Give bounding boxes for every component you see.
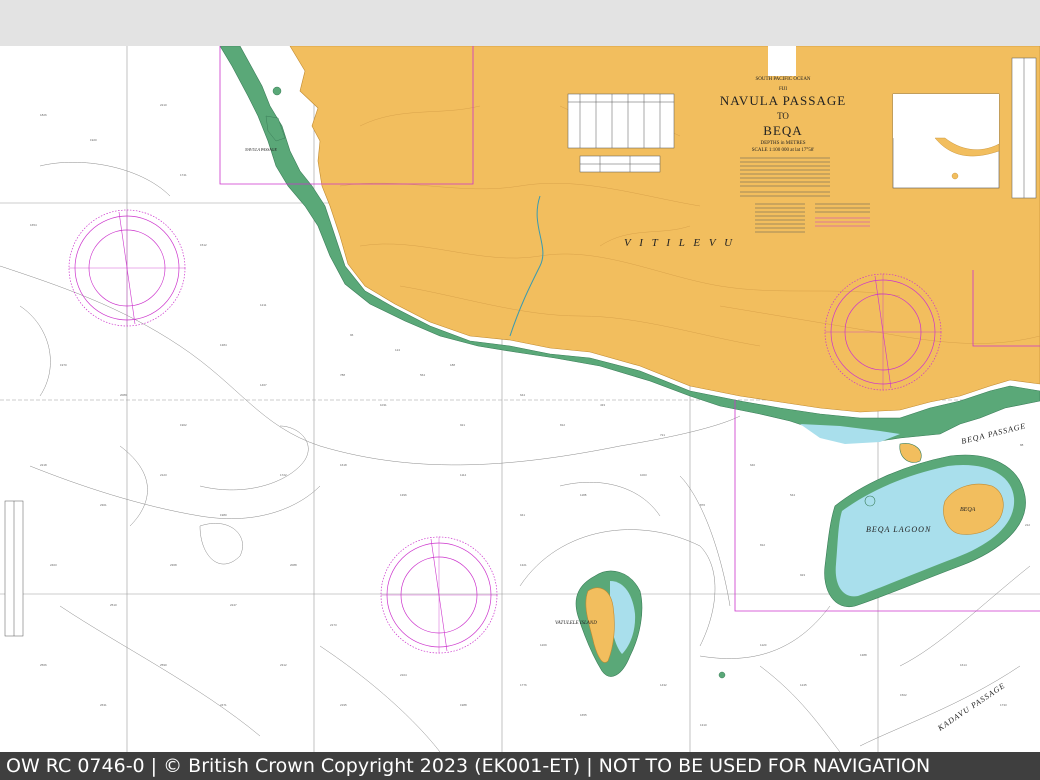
navula-passage-label: NAVULA PASSAGE — [244, 147, 278, 152]
compass-rose — [68, 209, 186, 327]
svg-text:1211: 1211 — [260, 303, 267, 307]
compass-rose — [380, 536, 498, 654]
svg-text:1310: 1310 — [700, 723, 707, 727]
svg-text:88: 88 — [1020, 443, 1024, 447]
tidal-stream-table — [567, 93, 675, 149]
svg-text:1655: 1655 — [580, 713, 587, 717]
svg-text:788: 788 — [340, 373, 345, 377]
beqa-lagoon-label: BEQA LAGOON — [866, 525, 931, 534]
svg-text:1114: 1114 — [460, 473, 467, 477]
svg-text:1988: 1988 — [460, 703, 467, 707]
svg-text:721: 721 — [660, 433, 665, 437]
svg-text:921: 921 — [460, 423, 465, 427]
svg-text:1384: 1384 — [220, 343, 227, 347]
svg-text:2195: 2195 — [340, 703, 347, 707]
svg-text:1502: 1502 — [900, 693, 907, 697]
svg-text:923: 923 — [800, 573, 805, 577]
svg-text:1188: 1188 — [580, 493, 587, 497]
beqa-island-label: BEQA — [960, 507, 976, 513]
svg-text:812: 812 — [560, 423, 565, 427]
nautical-chart[interactable]: SOUTH PACIFIC OCEAN FIJI NAVULA PASSAGE … — [0, 46, 1040, 752]
svg-text:212: 212 — [1025, 523, 1030, 527]
tide-level-table — [579, 155, 661, 173]
svg-text:2312: 2312 — [280, 663, 287, 667]
svg-text:2123: 2123 — [160, 473, 167, 477]
svg-text:1432: 1432 — [660, 683, 667, 687]
svg-text:2210: 2210 — [160, 103, 167, 107]
svg-text:1396: 1396 — [400, 493, 407, 497]
svg-text:124: 124 — [395, 348, 400, 352]
svg-text:941: 941 — [520, 513, 525, 517]
svg-text:2590: 2590 — [160, 663, 167, 667]
svg-text:1970: 1970 — [60, 363, 67, 367]
svg-text:2104: 2104 — [400, 673, 407, 677]
svg-text:96: 96 — [350, 333, 354, 337]
svg-text:2218: 2218 — [40, 463, 47, 467]
svg-text:1722: 1722 — [280, 473, 287, 477]
svg-text:1512: 1512 — [200, 243, 207, 247]
svg-text:1654: 1654 — [30, 223, 37, 227]
svg-text:2173: 2173 — [330, 623, 337, 627]
country-label: FIJI — [779, 87, 787, 92]
svg-text:644: 644 — [520, 393, 525, 397]
svg-text:2247: 2247 — [230, 603, 237, 607]
svg-text:1003: 1003 — [640, 473, 647, 477]
svg-text:1980: 1980 — [220, 513, 227, 517]
viti-levu-label: V I T I L E V U — [624, 237, 735, 249]
latitude-scale-left — [4, 500, 24, 637]
source-data-inset — [892, 93, 1000, 189]
svg-text:2301: 2301 — [100, 503, 107, 507]
svg-text:1776: 1776 — [520, 683, 527, 687]
islet — [718, 671, 726, 679]
svg-text:2368: 2368 — [170, 563, 177, 567]
svg-text:2566: 2566 — [40, 663, 47, 667]
svg-text:2089: 2089 — [120, 393, 127, 397]
islet — [272, 86, 282, 96]
svg-text:2088: 2088 — [290, 563, 297, 567]
svg-text:564: 564 — [420, 373, 425, 377]
svg-text:433: 433 — [600, 403, 605, 407]
beqa-passage-label: BEQA PASSAGE — [960, 421, 1027, 446]
vatulele-label: VATULELE ISLAND — [555, 621, 597, 626]
svg-text:2631: 2631 — [100, 703, 107, 707]
copyright-footer: OW RC 0746-0 | © British Crown Copyright… — [0, 752, 1040, 780]
svg-text:2471: 2471 — [220, 703, 227, 707]
svg-text:544: 544 — [790, 493, 795, 497]
scale-note: SCALE 1:100 000 at lat 17°58' — [752, 148, 815, 153]
svg-text:1388: 1388 — [860, 653, 867, 657]
region-label: SOUTH PACIFIC OCEAN — [755, 77, 810, 82]
svg-text:1614: 1614 — [960, 663, 967, 667]
svg-text:1733: 1733 — [1000, 703, 1007, 707]
svg-text:876: 876 — [700, 503, 705, 507]
svg-text:640: 640 — [750, 463, 755, 467]
svg-text:1826: 1826 — [40, 113, 47, 117]
chart-title-to: TO — [777, 111, 789, 121]
chart-title-beqa: BEQA — [763, 123, 802, 138]
svg-text:1120: 1120 — [760, 643, 767, 647]
svg-text:1209: 1209 — [540, 643, 547, 647]
svg-text:1920: 1920 — [90, 138, 97, 142]
top-margin-bar — [0, 0, 1040, 46]
svg-text:1321: 1321 — [520, 563, 527, 567]
svg-text:1902: 1902 — [180, 423, 187, 427]
svg-text:1467: 1467 — [260, 383, 267, 387]
svg-text:1245: 1245 — [800, 683, 807, 687]
svg-text:2403: 2403 — [50, 563, 57, 567]
latitude-scale-right — [1011, 57, 1037, 199]
svg-text:1741: 1741 — [180, 173, 187, 177]
svg-text:2510: 2510 — [110, 603, 117, 607]
svg-text:1618: 1618 — [340, 463, 347, 467]
svg-text:1031: 1031 — [380, 403, 387, 407]
svg-text:812: 812 — [760, 543, 765, 547]
svg-text:188: 188 — [450, 363, 455, 367]
depths-note: DEPTHS in METRES — [760, 141, 805, 146]
chart-title: NAVULA PASSAGE — [720, 93, 846, 108]
